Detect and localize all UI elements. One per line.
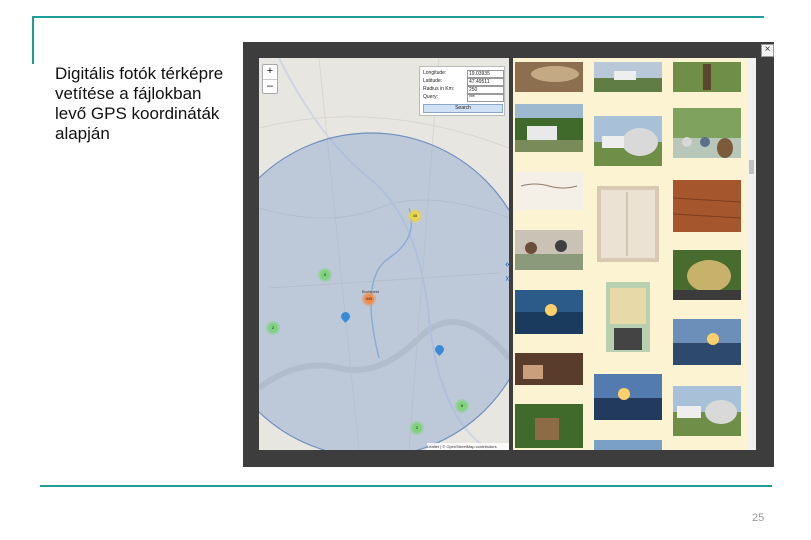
latitude-row: Latitude: 47.49511: [423, 78, 504, 86]
photo-thumbnail[interactable]: [515, 62, 583, 92]
photo-thumbnail[interactable]: [606, 282, 650, 352]
photo-thumbnail[interactable]: [673, 319, 741, 365]
longitude-input[interactable]: 19.03935: [467, 70, 504, 78]
query-row: Query: ***: [423, 94, 504, 102]
latitude-label: Latitude:: [423, 78, 443, 84]
arrow-right: »: [505, 273, 511, 284]
radius-label: Radius in Km:: [423, 86, 455, 92]
zoom-in-icon[interactable]: +: [263, 65, 277, 80]
accent-line-bottom: [40, 485, 772, 487]
query-input[interactable]: ***: [467, 94, 504, 102]
photo-thumbnail[interactable]: [594, 116, 662, 166]
accent-line-left: [32, 16, 34, 64]
photo-thumbnail[interactable]: [515, 404, 583, 448]
longitude-label: Longitude:: [423, 70, 447, 76]
cluster-marker[interactable]: 445: [364, 294, 374, 304]
slide-title: Digitális fotók térképre vetítése a fájl…: [55, 64, 224, 143]
photo-thumbnail[interactable]: [673, 108, 741, 158]
latitude-input[interactable]: 47.49511: [467, 78, 504, 86]
photo-thumbnail[interactable]: [515, 104, 583, 152]
search-button[interactable]: Search: [423, 104, 503, 113]
close-icon[interactable]: ×: [761, 44, 774, 57]
collapse-arrow-icon[interactable]: « »: [503, 258, 513, 286]
accent-line-top: [32, 16, 764, 18]
photo-thumbnail[interactable]: [515, 172, 583, 210]
map-attribution: Leaflet | © OpenStreetMap contributors: [427, 443, 509, 450]
radius-input[interactable]: 250: [467, 86, 504, 94]
cluster-marker[interactable]: 5: [320, 270, 330, 280]
photo-thumbnail[interactable]: [673, 180, 741, 232]
gallery-scrollbar[interactable]: [748, 58, 756, 450]
photo-thumbnail[interactable]: [673, 386, 741, 436]
photo-thumbnail[interactable]: [594, 62, 662, 92]
cluster-marker[interactable]: 45: [410, 211, 420, 221]
page-number: 25: [752, 512, 765, 524]
arrow-left: «: [505, 259, 511, 270]
gallery-scroll-thumb[interactable]: [749, 160, 754, 174]
photo-thumbnail[interactable]: [673, 250, 741, 300]
photo-thumbnail[interactable]: [673, 62, 741, 92]
query-label: Query:: [423, 94, 439, 100]
photo-thumbnail[interactable]: [594, 374, 662, 420]
cluster-marker[interactable]: 2: [268, 323, 278, 333]
map-background: [259, 58, 509, 450]
radius-row: Radius in Km: 250: [423, 86, 504, 94]
search-form: Longitude: 19.03935 Latitude: 47.49511 R…: [419, 66, 505, 116]
cluster-marker[interactable]: 8: [457, 401, 467, 411]
photo-thumbnail[interactable]: [515, 290, 583, 334]
zoom-out-icon[interactable]: –: [263, 80, 277, 94]
photo-thumbnail[interactable]: [594, 440, 662, 450]
map-panel[interactable]: [259, 58, 509, 450]
longitude-row: Longitude: 19.03935: [423, 70, 504, 78]
photo-thumbnail[interactable]: [515, 230, 583, 270]
photo-thumbnail[interactable]: [515, 353, 583, 385]
zoom-control: + –: [262, 64, 278, 94]
photo-thumbnail[interactable]: [597, 186, 659, 262]
cluster-marker[interactable]: 2: [412, 423, 422, 433]
search-radius-circle: [259, 132, 509, 450]
